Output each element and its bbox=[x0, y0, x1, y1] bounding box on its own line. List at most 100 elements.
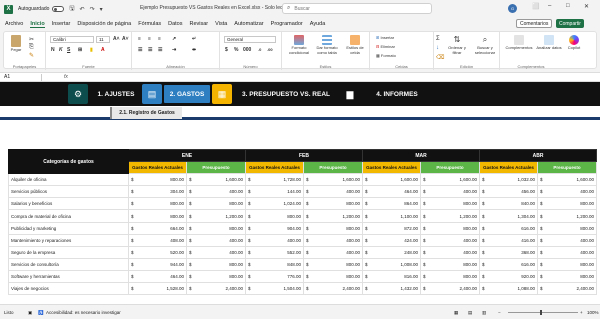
cut-icon[interactable]: ✂ bbox=[29, 36, 34, 43]
budget-cell[interactable]: $1,200.00 bbox=[419, 209, 481, 223]
budget-cell[interactable]: $1,200.00 bbox=[303, 209, 363, 223]
expenses-icon[interactable]: ▤ bbox=[142, 84, 162, 104]
actual-expense-cell[interactable]: $816.00 bbox=[362, 269, 421, 284]
budget-cell[interactable]: $800.00 bbox=[419, 221, 481, 235]
budget-cell[interactable]: $1,600.00 bbox=[303, 173, 363, 187]
align-bottom-icon[interactable]: ≡ bbox=[158, 36, 161, 42]
budget-cell[interactable]: $800.00 bbox=[186, 269, 246, 284]
wrap-text-icon[interactable]: ↵ bbox=[192, 36, 196, 42]
tab-insertar[interactable]: Insertar bbox=[52, 21, 71, 27]
category-cell[interactable]: Compra de material de oficina bbox=[8, 209, 129, 223]
format-as-table-button[interactable]: Dar formato como tabla bbox=[314, 35, 340, 55]
tab-inicio[interactable]: Inicio bbox=[30, 21, 45, 28]
budget-cell[interactable]: $1,600.00 bbox=[419, 173, 481, 187]
actual-expense-cell[interactable]: $920.00 bbox=[479, 269, 539, 284]
budget-cell[interactable]: $1,200.00 bbox=[537, 209, 598, 223]
tab-programador[interactable]: Programador bbox=[271, 21, 303, 27]
tab-revisar[interactable]: Revisar bbox=[190, 21, 209, 27]
search-input[interactable] bbox=[294, 5, 415, 12]
actual-expense-cell[interactable]: $144.00 bbox=[245, 185, 304, 199]
search-box[interactable]: ⌕ bbox=[282, 3, 432, 14]
budget-cell[interactable]: $400.00 bbox=[419, 245, 481, 259]
align-middle-icon[interactable]: ≡ bbox=[148, 36, 151, 42]
nav-informes-button[interactable]: 4. INFORMES bbox=[364, 85, 430, 103]
actual-expense-cell[interactable]: $664.00 bbox=[128, 221, 187, 235]
align-left-icon[interactable]: ☰ bbox=[138, 47, 142, 53]
actual-expense-cell[interactable]: $400.00 bbox=[245, 233, 304, 247]
underline-icon[interactable]: S bbox=[67, 47, 70, 53]
budget-cell[interactable]: $800.00 bbox=[303, 197, 363, 211]
format-cells-button[interactable]: ▦ Formato bbox=[376, 53, 396, 58]
close-icon[interactable]: ✕ bbox=[584, 3, 589, 10]
category-cell[interactable]: Servicios de consultoría bbox=[8, 257, 129, 271]
actual-expense-cell[interactable]: $776.00 bbox=[245, 269, 304, 284]
budget-cell[interactable]: $800.00 bbox=[537, 197, 598, 211]
budget-cell[interactable]: $1,600.00 bbox=[186, 173, 246, 187]
bold-icon[interactable]: N bbox=[51, 47, 55, 53]
sort-filter-button[interactable]: ⇅ Ordenar y filtrar bbox=[444, 35, 470, 55]
actual-expense-cell[interactable]: $1,024.00 bbox=[245, 197, 304, 211]
actual-expense-cell[interactable]: $416.00 bbox=[479, 233, 539, 247]
actual-expense-cell[interactable]: $800.00 bbox=[128, 209, 187, 223]
actual-expense-cell[interactable]: $1,100.00 bbox=[362, 209, 421, 223]
insert-cells-button[interactable]: ⊞ Insertar bbox=[376, 35, 394, 40]
actual-expense-cell[interactable]: $800.00 bbox=[128, 197, 187, 211]
copy-icon[interactable]: ⎘ bbox=[29, 44, 34, 51]
fx-icon[interactable]: fx bbox=[64, 74, 68, 80]
redo-icon[interactable]: ↷ bbox=[90, 6, 95, 13]
find-select-button[interactable]: ⌕ Buscar y seleccionar bbox=[472, 35, 498, 55]
budget-cell[interactable]: $400.00 bbox=[186, 233, 246, 247]
budget-cell[interactable]: $400.00 bbox=[419, 185, 481, 199]
budget-cell[interactable]: $400.00 bbox=[186, 185, 246, 199]
zoom-out-icon[interactable]: − bbox=[498, 310, 501, 315]
category-cell[interactable]: Software y herramientas bbox=[8, 269, 129, 284]
comments-button[interactable]: Comentarios bbox=[516, 19, 553, 28]
indent-icon[interactable]: ⇥ bbox=[172, 47, 176, 53]
tab-disposicion[interactable]: Disposición de página bbox=[77, 21, 131, 27]
budget-cell[interactable]: $800.00 bbox=[186, 257, 246, 271]
settings-gear-icon[interactable]: ⚙ bbox=[68, 84, 88, 104]
actual-expense-cell[interactable]: $1,088.00 bbox=[479, 282, 539, 296]
budget-cell[interactable]: $400.00 bbox=[537, 185, 598, 199]
percent-icon[interactable]: % bbox=[234, 47, 238, 53]
category-cell[interactable]: Mantenimiento y reparaciones bbox=[8, 233, 129, 247]
decrease-decimal-icon[interactable]: .00 bbox=[267, 47, 273, 52]
actual-expense-cell[interactable]: $1,304.00 bbox=[479, 209, 539, 223]
actual-expense-cell[interactable]: $408.00 bbox=[128, 233, 187, 247]
accessibility-status[interactable]: Accesibilidad: es necesario investigar bbox=[46, 310, 121, 315]
fill-color-icon[interactable]: ▮ bbox=[90, 47, 93, 53]
budget-cell[interactable]: $800.00 bbox=[419, 197, 481, 211]
actual-expense-cell[interactable]: $872.00 bbox=[362, 221, 421, 235]
budget-cell[interactable]: $1,200.00 bbox=[186, 209, 246, 223]
actual-expense-cell[interactable]: $1,432.00 bbox=[362, 282, 421, 296]
nav-gastos-button[interactable]: 2. GASTOS bbox=[164, 85, 210, 103]
number-format-select[interactable]: General bbox=[224, 36, 276, 43]
align-center-icon[interactable]: ☰ bbox=[148, 47, 152, 53]
tab-archivo[interactable]: Archivo bbox=[5, 21, 23, 27]
category-cell[interactable]: Servicios públicos bbox=[8, 185, 129, 199]
budget-cell[interactable]: $400.00 bbox=[303, 233, 363, 247]
maximize-icon[interactable]: □ bbox=[566, 3, 570, 9]
align-right-icon[interactable]: ☰ bbox=[158, 47, 162, 53]
tab-datos[interactable]: Datos bbox=[168, 21, 182, 27]
italic-icon[interactable]: K bbox=[59, 47, 63, 53]
clear-icon[interactable]: ⌫ bbox=[436, 54, 444, 61]
actual-expense-cell[interactable]: $1,600.00 bbox=[362, 173, 421, 187]
actual-expense-cell[interactable]: $1,528.00 bbox=[128, 282, 187, 296]
ribbon-display-icon[interactable]: ⬜ bbox=[532, 3, 539, 10]
avatar[interactable]: G bbox=[508, 4, 517, 13]
actual-expense-cell[interactable]: $800.00 bbox=[128, 173, 187, 187]
analyze-data-button[interactable]: Analizar datos bbox=[536, 35, 562, 50]
fill-icon[interactable]: ↓ bbox=[436, 45, 439, 51]
copilot-button[interactable]: Copilot bbox=[563, 35, 585, 50]
budget-cell[interactable]: $2,400.00 bbox=[303, 282, 363, 296]
actual-expense-cell[interactable]: $1,504.00 bbox=[245, 282, 304, 296]
actual-expense-cell[interactable]: $464.00 bbox=[128, 269, 187, 284]
budget-cell[interactable]: $800.00 bbox=[186, 197, 246, 211]
share-button[interactable]: Compartir bbox=[556, 19, 584, 28]
category-cell[interactable]: Seguro de la empresa bbox=[8, 245, 129, 259]
budget-cell[interactable]: $800.00 bbox=[303, 257, 363, 271]
actual-expense-cell[interactable]: $1,008.00 bbox=[362, 257, 421, 271]
tab-vista[interactable]: Vista bbox=[215, 21, 227, 27]
format-painter-icon[interactable]: ✎ bbox=[29, 52, 34, 59]
